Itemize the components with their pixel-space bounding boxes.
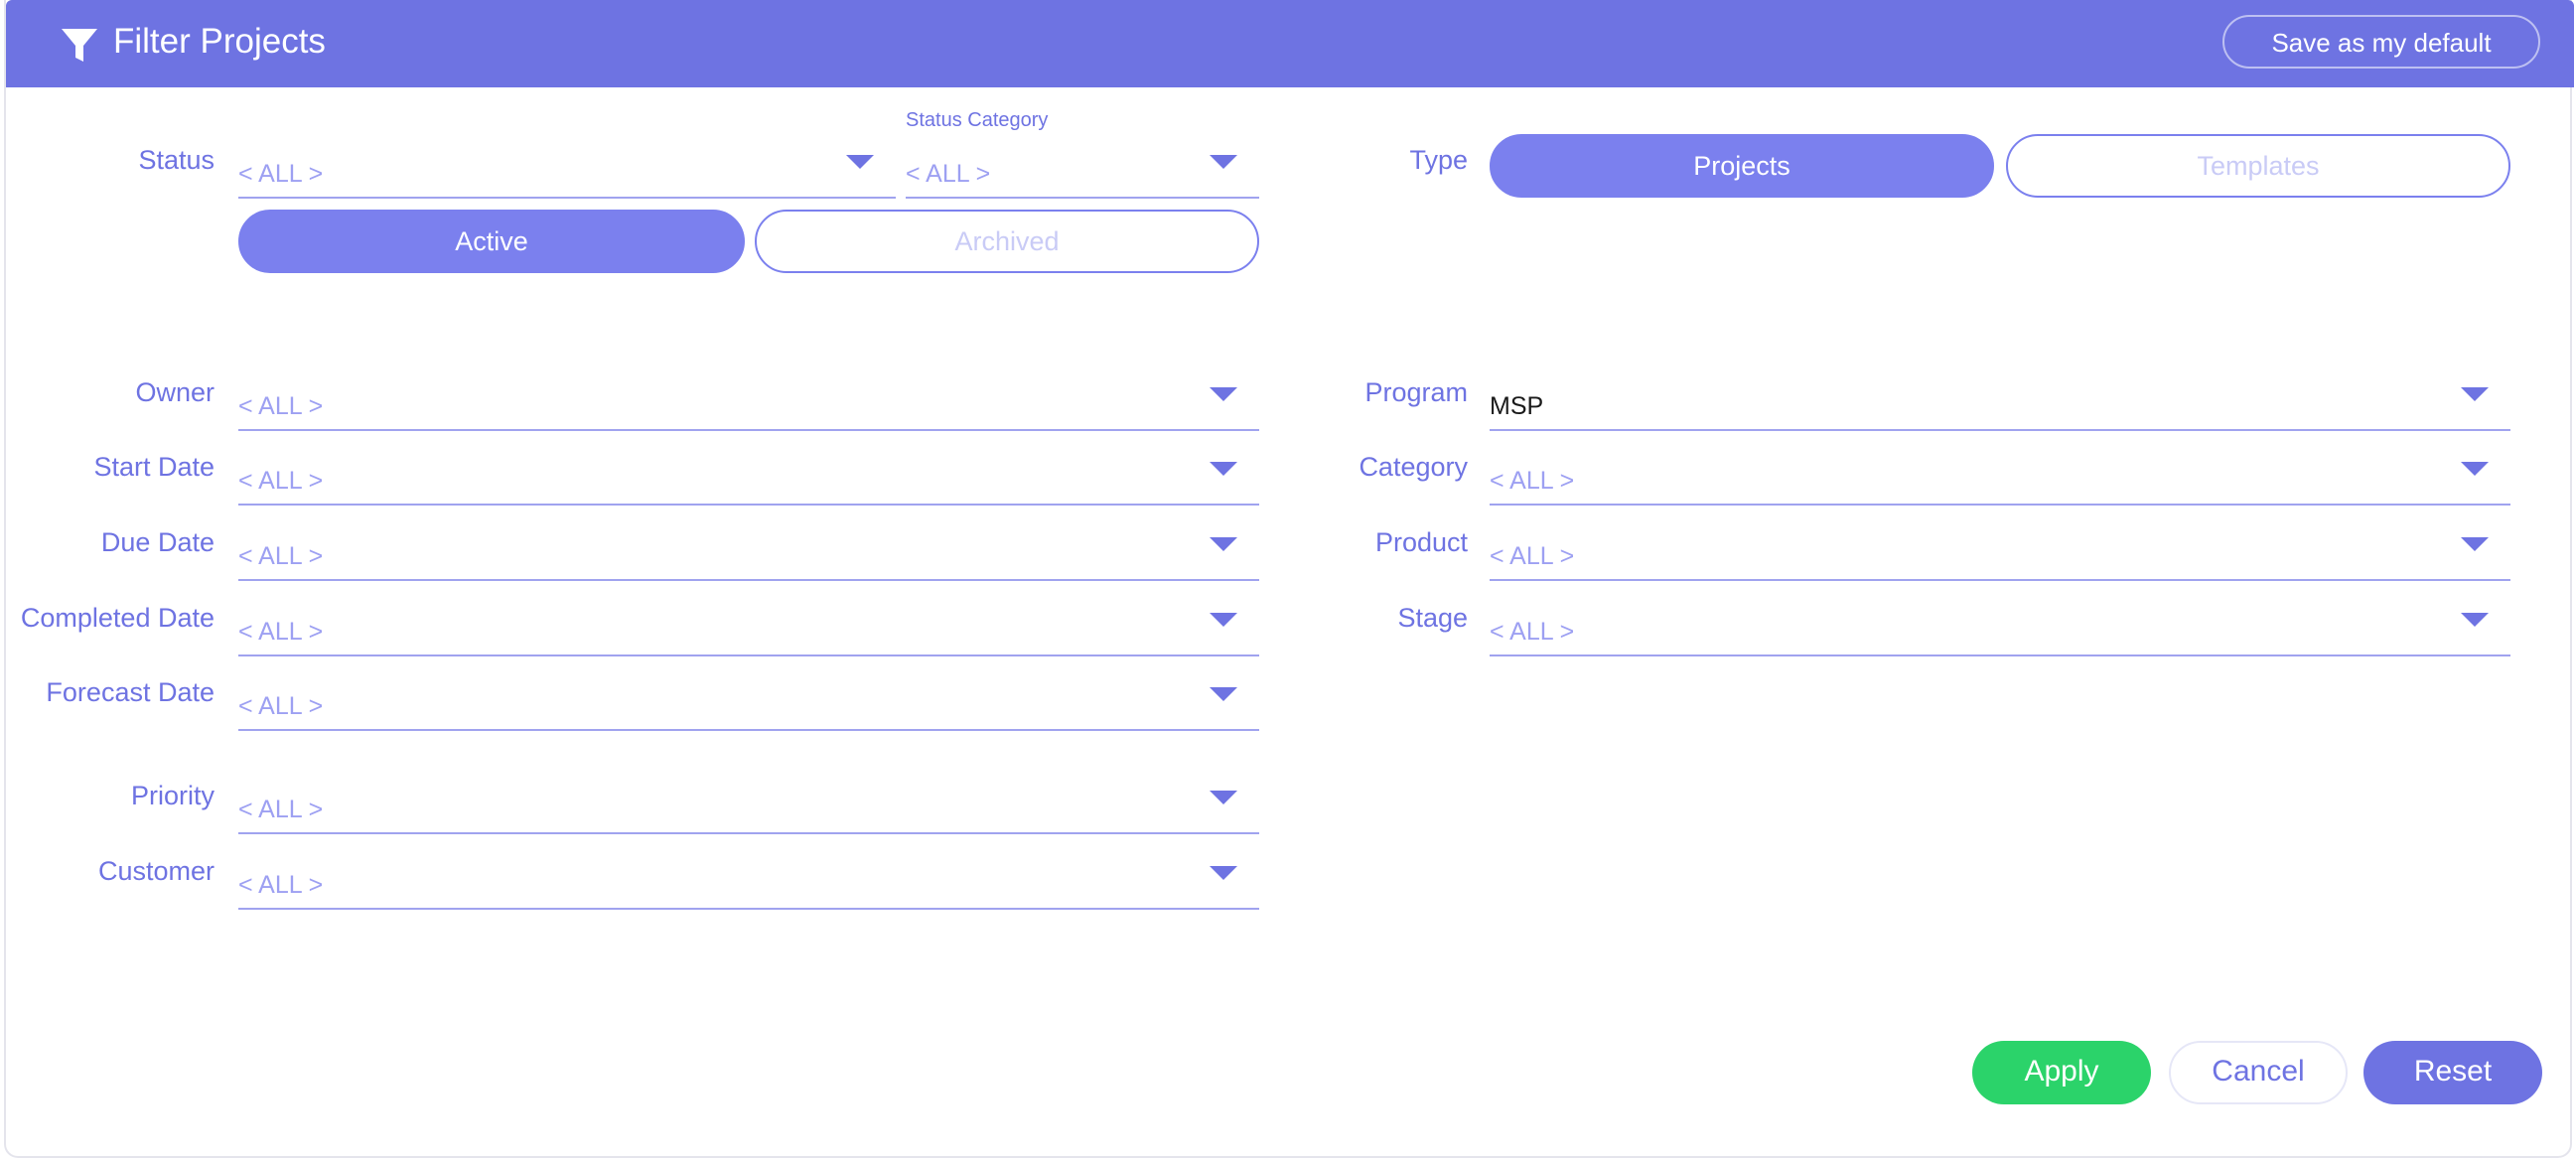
active-toggle[interactable]: Active <box>238 210 745 273</box>
caret-down-icon <box>1210 387 1237 401</box>
forecast-date-label: Forecast Date <box>46 677 215 707</box>
dialog-header: Filter Projects Save as my default <box>6 0 2574 87</box>
caret-down-icon <box>1210 866 1237 880</box>
projects-toggle[interactable]: Projects <box>1490 134 1994 198</box>
caret-down-icon <box>2461 462 2489 476</box>
cancel-button[interactable]: Cancel <box>2169 1041 2348 1104</box>
caret-down-icon <box>1210 155 1237 169</box>
archived-toggle[interactable]: Archived <box>755 210 1259 273</box>
caret-down-icon <box>2461 613 2489 627</box>
start-date-label: Start Date <box>93 452 215 482</box>
program-label: Program <box>1364 377 1468 407</box>
product-value: < ALL > <box>1490 542 1575 570</box>
status-dropdown[interactable]: < ALL > <box>238 145 896 199</box>
stage-label: Stage <box>1397 603 1468 633</box>
stage-value: < ALL > <box>1490 618 1575 646</box>
start-date-dropdown[interactable]: < ALL > <box>238 452 1259 506</box>
start-date-value: < ALL > <box>238 467 324 495</box>
caret-down-icon <box>1210 687 1237 701</box>
stage-dropdown[interactable]: < ALL > <box>1490 603 2510 656</box>
completed-date-value: < ALL > <box>238 618 324 646</box>
due-date-value: < ALL > <box>238 542 324 570</box>
dialog-title: Filter Projects <box>113 22 326 61</box>
category-dropdown[interactable]: < ALL > <box>1490 452 2510 506</box>
status-label: Status <box>138 145 215 175</box>
product-label: Product <box>1374 527 1468 557</box>
customer-value: < ALL > <box>238 871 324 899</box>
owner-dropdown[interactable]: < ALL > <box>238 377 1259 431</box>
status-category-dropdown[interactable]: < ALL > <box>906 145 1259 199</box>
due-date-label: Due Date <box>100 527 215 557</box>
caret-down-icon <box>1210 537 1237 551</box>
priority-dropdown[interactable]: < ALL > <box>238 781 1259 834</box>
forecast-date-dropdown[interactable]: < ALL > <box>238 677 1259 731</box>
category-value: < ALL > <box>1490 467 1575 495</box>
save-as-default-button[interactable]: Save as my default <box>2222 15 2540 69</box>
priority-value: < ALL > <box>238 796 324 823</box>
caret-down-icon <box>1210 791 1237 804</box>
owner-label: Owner <box>135 377 215 407</box>
reset-button[interactable]: Reset <box>2363 1041 2542 1104</box>
caret-down-icon <box>1210 462 1237 476</box>
filter-icon <box>62 29 97 62</box>
apply-button[interactable]: Apply <box>1972 1041 2151 1104</box>
caret-down-icon <box>1210 613 1237 627</box>
customer-label: Customer <box>97 856 215 886</box>
program-value: MSP <box>1490 392 1544 420</box>
category-label: Category <box>1359 452 1468 482</box>
filter-projects-dialog: Filter Projects Save as my default Statu… <box>4 0 2574 1158</box>
priority-label: Priority <box>130 781 215 810</box>
owner-value: < ALL > <box>238 392 324 420</box>
completed-date-dropdown[interactable]: < ALL > <box>238 603 1259 656</box>
type-label: Type <box>1409 145 1468 175</box>
customer-dropdown[interactable]: < ALL > <box>238 856 1259 910</box>
caret-down-icon <box>2461 387 2489 401</box>
product-dropdown[interactable]: < ALL > <box>1490 527 2510 581</box>
caret-down-icon <box>2461 537 2489 551</box>
due-date-dropdown[interactable]: < ALL > <box>238 527 1259 581</box>
templates-toggle[interactable]: Templates <box>2006 134 2510 198</box>
program-dropdown[interactable]: MSP <box>1490 377 2510 431</box>
status-category-label: Status Category <box>906 109 1049 131</box>
forecast-date-value: < ALL > <box>238 692 324 720</box>
caret-down-icon <box>846 155 874 169</box>
status-category-value: < ALL > <box>906 160 991 188</box>
completed-date-label: Completed Date <box>20 603 215 633</box>
status-value: < ALL > <box>238 160 324 188</box>
